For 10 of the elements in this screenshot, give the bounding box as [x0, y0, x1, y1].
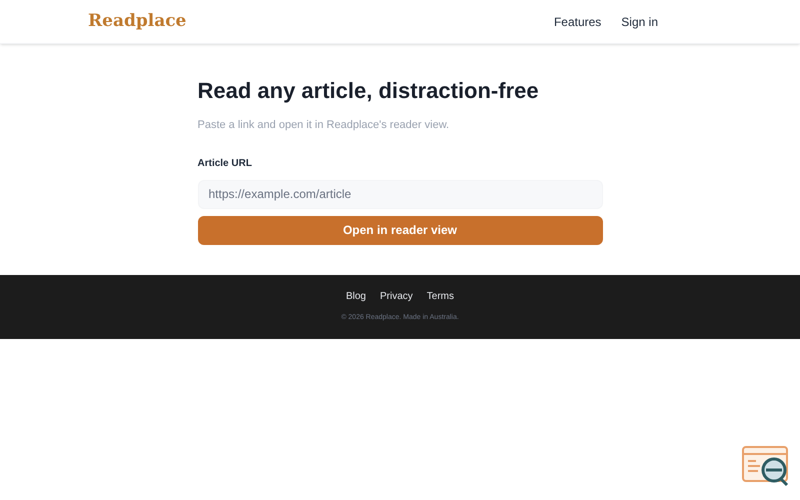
- open-button[interactable]: Open in reader view: [198, 216, 602, 244]
- url-field[interactable]: https://example.com/article: [198, 180, 602, 208]
- footer-link[interactable]: Terms: [426, 289, 454, 304]
- page-title: Read any article, distraction-free: [198, 77, 540, 105]
- footer-link[interactable]: Blog: [346, 289, 366, 304]
- nav-link[interactable]: Features: [554, 12, 602, 30]
- subtitle: Paste a link and open it in Readplace's reader view.: [198, 118, 450, 133]
- footer-link[interactable]: Privacy: [380, 289, 413, 304]
- nav-link[interactable]: Sign in: [621, 12, 658, 30]
- field-label: Article URL: [198, 156, 253, 170]
